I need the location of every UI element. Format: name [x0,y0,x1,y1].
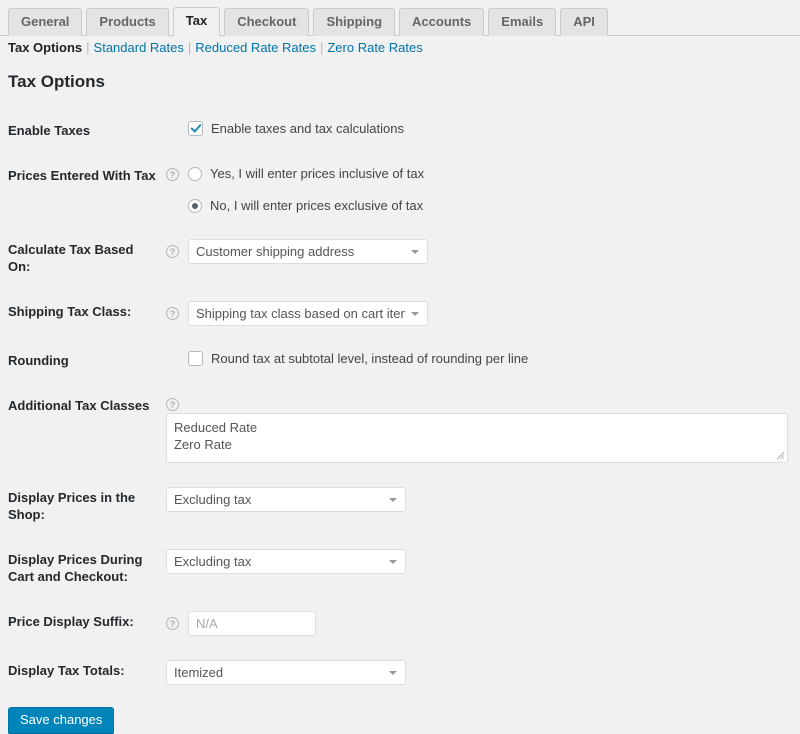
row-prices-entered-with-tax: Prices Entered With Tax ? Yes, I will ent… [8,153,798,227]
label-shipping-tax-class: Shipping Tax Class: [8,304,132,319]
enable-taxes-checkbox-label: Enable taxes and tax calculations [211,121,404,136]
display-tax-totals-select[interactable]: Itemized [166,660,406,685]
page-title: Tax Options [8,72,105,91]
additional-tax-classes-textarea[interactable] [166,413,788,463]
chevron-down-icon [389,671,397,675]
display-tax-totals-value: Itemized [174,665,224,680]
label-display-prices-cart: Display Prices During Cart and Checkout: [8,552,143,584]
subnav-item-standard-rates[interactable]: Standard Rates [94,40,184,55]
prices-exclusive-radio[interactable] [188,199,202,213]
tab-general[interactable]: General [8,8,83,36]
row-price-display-suffix: Price Display Suffix: ? [8,599,798,648]
subnav-item-tax-options: Tax Options [8,40,83,55]
label-rounding: Rounding [8,353,69,368]
display-prices-cart-select[interactable]: Excluding tax [166,549,406,574]
tab-products[interactable]: Products [86,8,169,36]
label-calculate-tax-based-on: Calculate Tax Based On: [8,242,134,274]
display-prices-shop-select[interactable]: Excluding tax [166,487,406,512]
help-spacer [166,200,179,213]
help-spacer [166,123,179,136]
prices-exclusive-label: No, I will enter prices exclusive of tax [210,198,424,213]
tab-api[interactable]: API [560,8,608,36]
price-display-suffix-input[interactable] [188,611,316,636]
rounding-checkbox-label: Round tax at subtotal level, instead of … [211,351,529,366]
row-calculate-tax-based-on: Calculate Tax Based On: ? Customer shippi… [8,227,798,289]
shipping-tax-class-select[interactable]: Shipping tax class based on cart items [188,301,428,326]
tab-emails[interactable]: Emails [488,8,557,36]
help-icon[interactable]: ? [166,617,179,630]
tab-shipping[interactable]: Shipping [313,8,396,36]
calculate-tax-based-on-select[interactable]: Customer shipping address [188,239,428,264]
row-rounding: Rounding Round tax at subtotal level, in… [8,338,798,383]
row-display-prices-cart: Display Prices During Cart and Checkout:… [8,537,798,599]
chevron-down-icon [389,560,397,564]
subnav-item-reduced-rate-rates[interactable]: Reduced Rate Rates [195,40,316,55]
submit-area: Save changes [8,707,800,734]
radio-option-exclusive: No, I will enter prices exclusive of tax [166,197,798,215]
subnav-item-zero-rate-rates[interactable]: Zero Rate Rates [327,40,422,55]
label-prices-entered-with-tax: Prices Entered With Tax [8,168,156,183]
label-display-prices-shop: Display Prices in the Shop: [8,490,136,522]
tab-tax[interactable]: Tax [172,7,221,36]
row-additional-tax-classes: Additional Tax Classes ? [8,383,798,475]
save-changes-button[interactable]: Save changes [8,707,115,734]
label-additional-tax-classes: Additional Tax Classes [8,398,150,413]
additional-tax-classes-wrap [166,413,788,463]
shipping-tax-class-value: Shipping tax class based on cart items [196,306,405,321]
display-prices-shop-value: Excluding tax [174,492,252,507]
enable-taxes-checkbox[interactable] [188,121,203,136]
tax-options-form: Enable Taxes Enable taxes and tax calcul… [8,108,798,697]
rounding-checkbox[interactable] [188,351,203,366]
calculate-tax-based-on-value: Customer shipping address [196,244,355,259]
subnav-separator: | [86,40,90,55]
help-icon[interactable]: ? [166,168,179,182]
subnav-separator: | [319,40,324,55]
help-icon[interactable]: ? [166,245,179,258]
radio-option-inclusive: ? Yes, I will enter prices inclusive of t… [166,165,798,183]
label-price-display-suffix: Price Display Suffix: [8,614,134,629]
help-spacer [166,353,179,366]
label-display-tax-totals: Display Tax Totals: [8,663,125,678]
prices-inclusive-label: Yes, I will enter prices inclusive of ta… [210,166,425,181]
help-icon[interactable]: ? [166,307,179,320]
chevron-down-icon [389,498,397,502]
chevron-down-icon [411,250,419,254]
chevron-down-icon [411,312,419,316]
subnav-separator: | [187,40,192,55]
tab-accounts[interactable]: Accounts [399,8,485,36]
row-display-tax-totals: Display Tax Totals: Itemized [8,648,798,697]
display-prices-cart-value: Excluding tax [174,554,252,569]
help-icon[interactable]: ? [166,398,179,412]
row-display-prices-shop: Display Prices in the Shop: Excluding ta… [8,475,798,537]
prices-inclusive-radio[interactable] [188,167,202,181]
row-shipping-tax-class: Shipping Tax Class: ? Shipping tax class … [8,289,798,338]
tab-checkout[interactable]: Checkout [224,8,310,36]
row-enable-taxes: Enable Taxes Enable taxes and tax calcul… [8,108,798,153]
label-enable-taxes: Enable Taxes [8,123,91,138]
settings-tab-bar: General Products Tax Checkout Shipping Accoun… [0,0,800,36]
